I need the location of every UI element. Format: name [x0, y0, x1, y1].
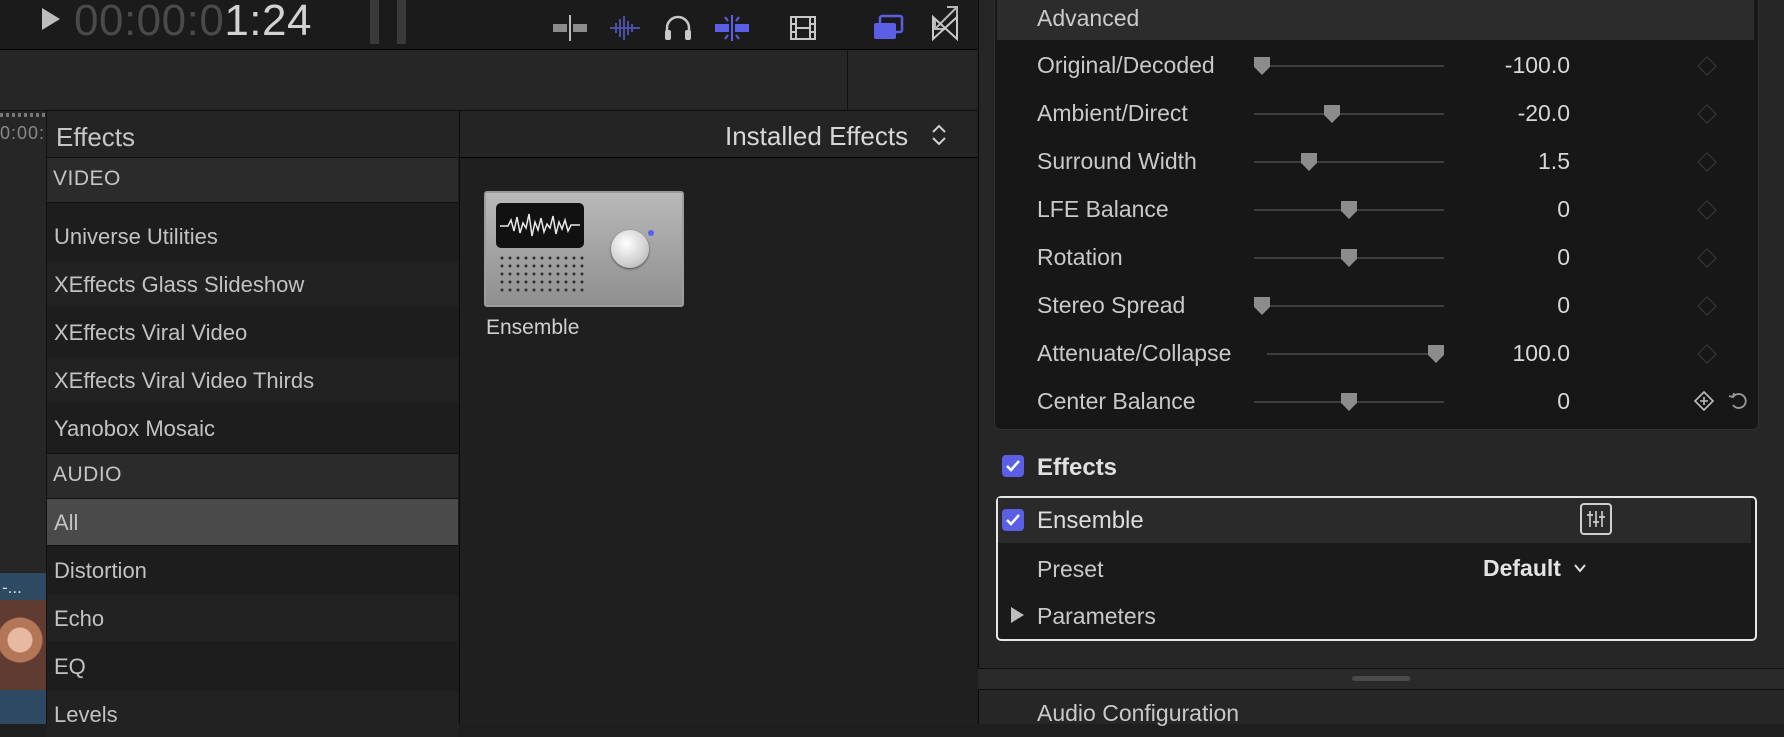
sidebar-item-echo[interactable]: Echo — [47, 595, 458, 641]
preset-label: Preset — [1037, 556, 1104, 582]
audio-meter-left — [370, 0, 379, 44]
timecode-dim: 00:00:0 — [74, 0, 225, 45]
sidebar-item-eq[interactable]: EQ — [47, 643, 458, 689]
audio-configuration-header[interactable]: Audio Configuration — [1037, 700, 1239, 727]
chevron-down-icon[interactable] — [1573, 561, 1587, 575]
preset-popup[interactable]: Default — [1483, 555, 1561, 582]
skimming-icon[interactable] — [715, 13, 749, 43]
checkmark-icon — [1006, 460, 1020, 472]
category-video[interactable]: VIDEO — [47, 157, 458, 203]
sidebar-item-all[interactable]: All — [47, 498, 458, 546]
effects-section-title: Effects — [1037, 454, 1118, 481]
parameter-value[interactable]: -20.0 — [1400, 100, 1570, 127]
sliders-icon — [1587, 511, 1605, 527]
sidebar-item-label: XEffects Glass Slideshow — [54, 272, 305, 297]
sidebar-item-levels[interactable]: Levels — [47, 691, 458, 737]
reset-icon[interactable] — [1727, 389, 1749, 411]
parameter-value[interactable]: 0 — [1400, 244, 1570, 271]
parameter-value[interactable]: 100.0 — [1400, 340, 1570, 367]
updown-chevron-icon[interactable] — [930, 122, 948, 148]
snapping-icon[interactable] — [553, 13, 587, 43]
effects-checkbox[interactable] — [1002, 455, 1024, 477]
led-indicator — [648, 230, 654, 236]
timeline-toolbar — [0, 50, 977, 111]
sidebar-item-label: XEffects Viral Video Thirds — [54, 368, 315, 393]
sidebar-item-xeffects-viral-video-thirds[interactable]: XEffects Viral Video Thirds — [47, 357, 458, 403]
strip-timecode: 0:00: — [0, 123, 46, 143]
timecode-lit: 1:24 — [224, 0, 312, 45]
clip-appearance-icon[interactable] — [786, 13, 820, 43]
knob-icon — [611, 230, 649, 268]
waveform-display — [496, 203, 584, 248]
sidebar-item-yanobox-mosaic[interactable]: Yanobox Mosaic — [47, 405, 458, 451]
parameter-value[interactable]: 0 — [1400, 196, 1570, 223]
effects-sidebar-title: Effects — [56, 122, 136, 152]
effect-controls-icon[interactable] — [1580, 503, 1612, 535]
waveform-icon — [500, 213, 580, 237]
transitions-icon[interactable] — [928, 13, 962, 43]
ensemble-label: Ensemble — [1037, 507, 1144, 534]
clip-thumbnail-label: -... — [2, 578, 22, 597]
divider-grip-handle[interactable] — [1352, 676, 1410, 681]
keyframe-add-icon[interactable] — [1693, 390, 1715, 412]
sidebar-item-xeffects-glass-slideshow[interactable]: XEffects Glass Slideshow — [47, 261, 458, 307]
parameter-label: Attenuate/Collapse — [1037, 340, 1232, 366]
parameter-label: Stereo Spread — [1037, 292, 1186, 318]
parameter-label: LFE Balance — [1037, 196, 1169, 222]
timecode-display[interactable]: 00:00:01:24 — [74, 0, 312, 46]
parameter-value[interactable]: 1.5 — [1400, 148, 1570, 175]
sidebar-item-label: XEffects Viral Video — [54, 320, 248, 345]
parameter-label: Ambient/Direct — [1037, 100, 1188, 126]
speaker-grille — [498, 254, 584, 294]
effect-tile-label: Ensemble — [486, 316, 580, 339]
parameter-value[interactable]: 0 — [1400, 388, 1570, 415]
category-audio[interactable]: AUDIO — [47, 453, 458, 499]
parameter-value[interactable]: 0 — [1400, 292, 1570, 319]
toolbar-separator — [847, 50, 848, 110]
sidebar-item-universe-utilities[interactable]: Universe Utilities — [47, 213, 458, 259]
parameter-value[interactable]: -100.0 — [1400, 52, 1570, 79]
advanced-label: Advanced — [1037, 5, 1140, 31]
installed-effects-popup[interactable]: Installed Effects — [725, 121, 908, 152]
sidebar-item-label: Echo — [54, 606, 105, 631]
checkmark-icon — [1006, 514, 1020, 526]
play-icon[interactable] — [42, 8, 60, 30]
sidebar-item-label: Levels — [54, 702, 118, 727]
disclosure-triangle-icon[interactable] — [1011, 607, 1024, 623]
clip-thumbnail-image — [0, 600, 46, 690]
category-video-label: VIDEO — [53, 167, 121, 190]
audio-skimming-icon[interactable] — [608, 13, 642, 43]
sidebar-item-label: EQ — [54, 654, 86, 679]
parameter-label: Center Balance — [1037, 388, 1196, 414]
sidebar-item-distortion[interactable]: Distortion — [47, 547, 458, 593]
audio-meter-right — [397, 0, 406, 44]
sidebar-item-xeffects-viral-video[interactable]: XEffects Viral Video — [47, 309, 458, 355]
category-audio-label: AUDIO — [53, 463, 123, 486]
sidebar-item-label: Universe Utilities — [54, 224, 218, 249]
browser-toggle-icon[interactable] — [871, 13, 905, 43]
parameters-disclosure[interactable]: Parameters — [1037, 603, 1156, 630]
solo-headphones-icon[interactable] — [661, 13, 695, 43]
parameter-label: Surround Width — [1037, 148, 1197, 174]
sidebar-item-label: All — [54, 510, 79, 535]
sidebar-item-label: Distortion — [54, 558, 147, 583]
ruler-ticks — [0, 113, 46, 117]
parameter-label: Rotation — [1037, 244, 1123, 270]
ensemble-checkbox[interactable] — [1002, 509, 1024, 531]
sidebar-item-label: Yanobox Mosaic — [54, 416, 216, 441]
parameter-label: Original/Decoded — [1037, 52, 1215, 78]
